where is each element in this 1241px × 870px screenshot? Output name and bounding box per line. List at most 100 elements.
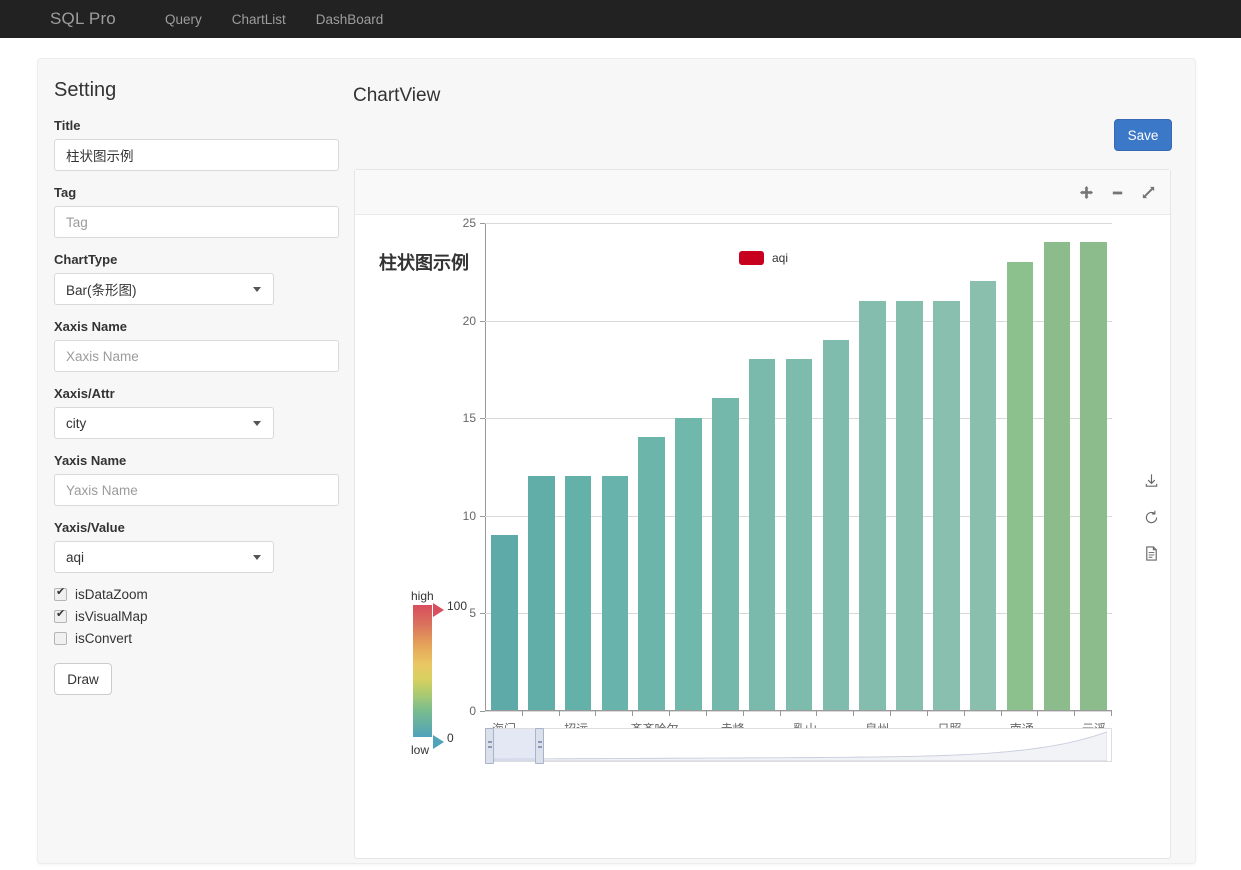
checkbox-row-isdatazoom[interactable]: isDataZoom bbox=[54, 586, 354, 602]
bar[interactable] bbox=[491, 534, 518, 710]
x-tick bbox=[523, 711, 560, 716]
x-tick bbox=[560, 711, 597, 716]
y-tick-label: 0 bbox=[469, 704, 476, 718]
bar-slot bbox=[817, 223, 854, 710]
bar[interactable] bbox=[712, 398, 739, 710]
y-tick-mark bbox=[480, 515, 485, 517]
bar-slot bbox=[707, 223, 744, 710]
yaxis-value-select[interactable]: aqi bbox=[54, 541, 274, 573]
minimize-icon[interactable] bbox=[1110, 185, 1125, 200]
save-button[interactable]: Save bbox=[1114, 119, 1172, 151]
bar-slot bbox=[928, 223, 965, 710]
refresh-icon[interactable] bbox=[1143, 509, 1160, 526]
label-yaxis-name: Yaxis Name bbox=[54, 453, 127, 468]
charttype-select[interactable]: Bar(条形图) bbox=[54, 273, 274, 305]
field-xaxis-name: Xaxis Name bbox=[54, 319, 354, 372]
x-tick bbox=[707, 711, 744, 716]
checkbox-label-isconvert: isConvert bbox=[75, 631, 133, 646]
x-tick bbox=[1002, 711, 1039, 716]
bar[interactable] bbox=[1006, 261, 1034, 710]
data-zoom-slider[interactable] bbox=[485, 728, 1112, 764]
y-tick-label: 25 bbox=[462, 216, 476, 230]
field-title: Title bbox=[54, 118, 354, 171]
title-input[interactable] bbox=[54, 139, 339, 171]
bar[interactable] bbox=[896, 300, 923, 710]
bar-slot bbox=[781, 223, 818, 710]
dataview-icon[interactable] bbox=[1143, 545, 1160, 562]
visualmap-max-value: 100 bbox=[447, 599, 468, 613]
bar[interactable] bbox=[933, 300, 960, 710]
data-zoom-handle-left[interactable] bbox=[485, 728, 495, 764]
checkbox-isdatazoom[interactable] bbox=[54, 586, 67, 601]
y-tick-label: 15 bbox=[462, 411, 476, 426]
y-tick-mark bbox=[480, 711, 485, 712]
expand-icon[interactable] bbox=[1141, 185, 1156, 200]
x-tick bbox=[744, 711, 781, 716]
y-tick-mark bbox=[480, 418, 485, 420]
data-zoom-window[interactable] bbox=[489, 729, 541, 761]
x-tick bbox=[854, 711, 892, 716]
bar[interactable] bbox=[969, 281, 997, 710]
checkbox-label-isvisualmap: isVisualMap bbox=[75, 609, 148, 624]
field-yaxis-name: Yaxis Name bbox=[54, 453, 354, 506]
bar[interactable] bbox=[1080, 242, 1107, 710]
checkbox-row-isvisualmap[interactable]: isVisualMap bbox=[54, 608, 354, 624]
move-icon[interactable] bbox=[1079, 185, 1094, 200]
nav-link-dashboard[interactable]: DashBoard bbox=[301, 12, 399, 27]
visualmap-low-handle bbox=[433, 735, 444, 749]
checkbox-row-isconvert[interactable]: isConvert bbox=[54, 631, 354, 646]
bar-slot bbox=[1002, 223, 1039, 710]
x-tick bbox=[891, 711, 928, 716]
bar[interactable] bbox=[638, 437, 665, 710]
xaxis-attr-value: city bbox=[66, 415, 87, 431]
visualmap-gradient-bar[interactable] bbox=[413, 605, 432, 737]
field-yaxis-value: Yaxis/Value aqi bbox=[54, 520, 354, 573]
visualmap-min-value: 0 bbox=[447, 731, 454, 745]
bar[interactable] bbox=[859, 300, 886, 710]
bar[interactable] bbox=[601, 476, 629, 710]
bar[interactable] bbox=[748, 359, 776, 710]
xaxis-attr-select[interactable]: city bbox=[54, 407, 274, 439]
xaxis-name-input[interactable] bbox=[54, 340, 339, 372]
nav-link-query[interactable]: Query bbox=[150, 12, 217, 27]
brand-logo[interactable]: SQL Pro bbox=[50, 9, 116, 29]
x-tick bbox=[633, 711, 671, 716]
bar[interactable] bbox=[675, 417, 702, 710]
main-card: Setting Title Tag ChartType Bar(条形图) Xax… bbox=[37, 58, 1196, 864]
chart-toolbox bbox=[1143, 473, 1160, 562]
field-tag: Tag bbox=[54, 185, 354, 238]
draw-button[interactable]: Draw bbox=[54, 663, 112, 695]
bar[interactable] bbox=[822, 339, 850, 710]
checkbox-isvisualmap[interactable] bbox=[54, 608, 67, 623]
setting-panel: Setting Title Tag ChartType Bar(条形图) Xax… bbox=[54, 79, 354, 695]
x-tick bbox=[965, 711, 1002, 716]
chevron-down-icon bbox=[253, 421, 261, 426]
checkbox-isconvert[interactable] bbox=[54, 632, 67, 645]
bar-slot bbox=[486, 223, 523, 710]
nav-link-chartlist[interactable]: ChartList bbox=[217, 12, 301, 27]
yaxis-value-value: aqi bbox=[66, 549, 85, 565]
plot-area: 0510152025 海门招远齐齐哈尔赤峰乳山泉州日照南通云浮 bbox=[463, 216, 1113, 736]
bar[interactable] bbox=[564, 476, 592, 710]
label-charttype: ChartType bbox=[54, 252, 118, 267]
tag-input[interactable] bbox=[54, 206, 339, 238]
x-tick bbox=[1075, 711, 1113, 716]
y-tick-mark bbox=[480, 320, 485, 322]
bar-series bbox=[486, 223, 1112, 710]
bar[interactable] bbox=[785, 359, 813, 710]
bar-slot bbox=[633, 223, 670, 710]
bar-slot bbox=[965, 223, 1002, 710]
yaxis-name-input[interactable] bbox=[54, 474, 339, 506]
download-icon[interactable] bbox=[1143, 473, 1160, 490]
bar-slot bbox=[854, 223, 891, 710]
charttype-value: Bar(条形图) bbox=[66, 283, 137, 298]
chevron-down-icon bbox=[253, 555, 261, 560]
bar-slot bbox=[560, 223, 597, 710]
bar[interactable] bbox=[527, 476, 555, 710]
data-zoom-handle-right[interactable] bbox=[535, 728, 545, 764]
setting-heading: Setting bbox=[54, 79, 117, 101]
label-title: Title bbox=[54, 118, 81, 133]
bar[interactable] bbox=[1043, 242, 1071, 710]
visual-map[interactable]: high 100 0 low bbox=[411, 589, 471, 757]
bar-slot bbox=[670, 223, 707, 710]
